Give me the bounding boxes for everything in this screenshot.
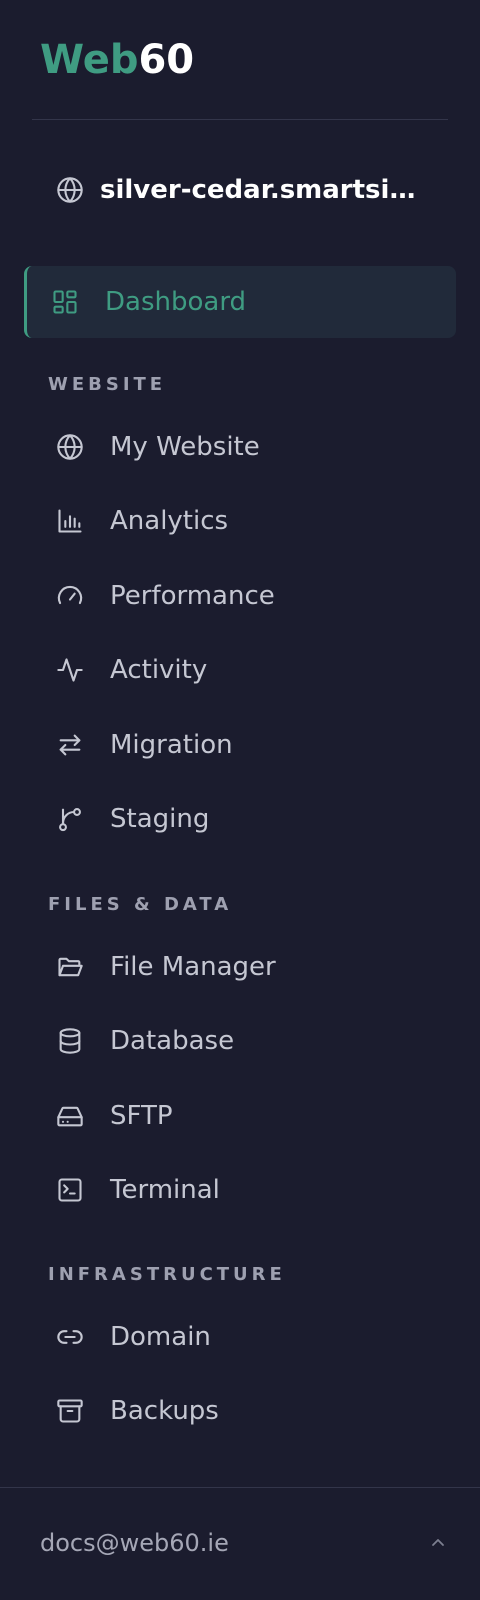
nav-item-domain[interactable]: Domain (56, 1315, 456, 1359)
bar-chart-icon (56, 507, 84, 535)
gauge-icon (56, 582, 84, 610)
nav-item-performance[interactable]: Performance (56, 574, 456, 618)
nav-item-sftp[interactable]: SFTP (56, 1094, 456, 1138)
nav-item-activity[interactable]: Activity (56, 648, 456, 692)
nav-item-label: Analytics (110, 506, 229, 536)
nav-item-label: Migration (110, 730, 233, 760)
database-icon (56, 1027, 84, 1055)
nav-item-staging[interactable]: Staging (56, 797, 456, 841)
section-website-title: WEBSITE (48, 374, 167, 395)
brand-logo-part2: 60 (138, 37, 195, 83)
activity-icon (56, 656, 84, 684)
account-menu[interactable]: docs@web60.ie (40, 1525, 450, 1561)
dashboard-icon (51, 288, 79, 316)
brand-logo[interactable]: Web60 (40, 36, 194, 84)
nav-item-migration[interactable]: Migration (56, 723, 456, 767)
nav-item-label: Activity (110, 655, 208, 685)
nav-item-label: Database (110, 1026, 235, 1056)
nav-item-label: My Website (110, 432, 260, 462)
nav-item-file-manager[interactable]: File Manager (56, 945, 456, 989)
nav-item-label: Terminal (110, 1175, 220, 1205)
header-divider (32, 119, 448, 120)
nav-item-label: File Manager (110, 952, 276, 982)
archive-icon (56, 1397, 84, 1425)
nav-item-my-website[interactable]: My Website (56, 425, 456, 469)
nav-item-label: Backups (110, 1396, 219, 1426)
arrows-swap-icon (56, 731, 84, 759)
sidebar: Web60 silver-cedar.smartsi… Dashboard WE… (0, 0, 480, 1600)
globe-icon (56, 176, 84, 204)
nav-item-label: Performance (110, 581, 275, 611)
hard-drive-icon (56, 1102, 84, 1130)
footer-divider (0, 1487, 480, 1488)
brand-logo-part1: Web (40, 37, 139, 83)
nav-item-analytics[interactable]: Analytics (56, 499, 456, 543)
terminal-icon (56, 1176, 84, 1204)
nav-item-dashboard[interactable]: Dashboard (24, 266, 456, 338)
nav-item-database[interactable]: Database (56, 1019, 456, 1063)
site-selector[interactable]: silver-cedar.smartsi… (56, 170, 436, 210)
nav-item-label: Staging (110, 804, 210, 834)
nav-item-dashboard-label: Dashboard (105, 287, 247, 317)
section-infrastructure-title: INFRASTRUCTURE (48, 1264, 286, 1285)
nav-item-label: SFTP (110, 1101, 173, 1131)
account-email: docs@web60.ie (40, 1529, 229, 1557)
section-files-data-title: FILES & DATA (48, 894, 233, 915)
git-branch-icon (56, 805, 84, 833)
site-name: silver-cedar.smartsi… (100, 175, 416, 205)
folder-open-icon (56, 953, 84, 981)
nav-item-terminal[interactable]: Terminal (56, 1168, 456, 1212)
nav-item-label: Domain (110, 1322, 211, 1352)
globe-icon (56, 433, 84, 461)
link-icon (56, 1323, 84, 1351)
chevron-up-icon[interactable] (426, 1531, 450, 1555)
nav-item-backups[interactable]: Backups (56, 1389, 456, 1433)
